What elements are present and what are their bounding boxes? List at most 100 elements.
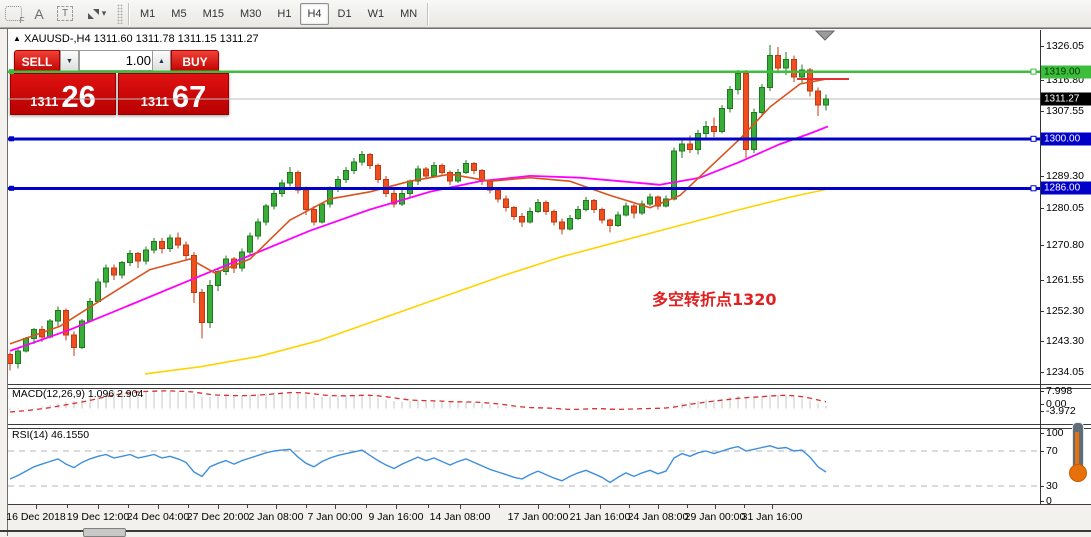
price-axis-label: 1243.30 — [1046, 335, 1084, 347]
thermometer-bulb — [1069, 464, 1087, 482]
time-axis-tick — [715, 505, 716, 509]
toolbar-grip — [117, 3, 123, 24]
axis-tick — [1040, 501, 1044, 502]
time-axis-tick — [460, 505, 461, 509]
axis-tick — [1040, 372, 1044, 373]
timeframe-button-m15[interactable]: M15 — [196, 3, 231, 25]
time-axis-tick-minor — [67, 505, 68, 508]
time-axis-tick-minor — [686, 505, 688, 508]
timeframe-button-h4[interactable]: H4 — [300, 2, 329, 25]
price-axis-label: 30 — [1046, 480, 1058, 492]
price-axis-label: 1307.55 — [1046, 105, 1084, 117]
text-tool-icon: A — [34, 5, 44, 22]
rsi-label: RSI(14) 46.1550 — [12, 429, 90, 441]
timeframe-button-m30[interactable]: M30 — [233, 3, 268, 25]
time-axis-label: 9 Jan 16:00 — [368, 511, 424, 523]
time-axis-tick — [396, 505, 397, 509]
macd-label: MACD(12,26,9) 1.096 2.904 — [12, 388, 144, 400]
time-axis-tick — [772, 505, 773, 509]
time-axis-label: 2 Jan 08:00 — [248, 511, 304, 523]
axis-tick — [1040, 391, 1044, 392]
price-axis-label: 1234.05 — [1046, 366, 1084, 378]
timeframe-button-m5[interactable]: M5 — [164, 3, 193, 25]
chevron-down-icon[interactable]: ▾ — [102, 8, 107, 19]
price-axis-label: 100 — [1046, 427, 1064, 439]
time-axis-tick — [98, 505, 99, 509]
time-axis-label: 16 Dec 2018 — [6, 511, 66, 523]
price-axis-label: 1289.30 — [1046, 170, 1084, 182]
toolbar: F A T ▾ M1 M5 M15 M30 H1 H4 D1 W1 MN — [0, 0, 1091, 28]
axis-tick — [1040, 245, 1044, 246]
axis-tick — [1040, 411, 1044, 412]
time-axis-tick-minor — [188, 505, 189, 508]
time-axis-tick-minor — [428, 505, 429, 508]
price-badge-1300.00: 1300.00 — [1041, 132, 1091, 146]
price-axis-label: -3.972 — [1046, 405, 1076, 417]
time-axis-tick-minor — [305, 505, 307, 508]
timeframe-button-m1[interactable]: M1 — [133, 3, 162, 25]
time-axis-label: 24 Dec 04:00 — [126, 511, 190, 523]
price-badge-1311.27: 1311.27 — [1041, 92, 1091, 106]
text-tool-button[interactable]: A — [26, 2, 52, 25]
main-chart-canvas[interactable] — [8, 30, 1040, 384]
label-tool-icon-letter: T — [61, 8, 69, 19]
axis-tick — [1040, 486, 1044, 487]
axis-tick — [1040, 451, 1044, 452]
timeframe-button-mn[interactable]: MN — [393, 3, 424, 25]
price-axis-label: 0 — [1046, 495, 1052, 507]
thermometer-icon[interactable] — [1063, 422, 1091, 486]
time-axis-label: 7 Jan 00:00 — [307, 511, 363, 523]
axis-tick — [1040, 311, 1044, 312]
macd-panel-canvas[interactable] — [8, 387, 1040, 424]
price-axis-label: 1326.05 — [1046, 40, 1084, 52]
time-axis-tick — [218, 505, 219, 509]
time-axis-tick-minor — [629, 505, 630, 508]
price-axis-label: 70 — [1046, 445, 1058, 457]
time-axis-tick-minor — [247, 505, 248, 508]
horizontal-scrollbar[interactable] — [0, 530, 1091, 532]
price-axis-label: 1280.05 — [1046, 202, 1084, 214]
axis-tick — [1040, 176, 1044, 177]
time-axis-label: 17 Jan 00:00 — [507, 511, 569, 523]
time-axis-tick — [335, 505, 336, 509]
label-tool-button[interactable]: T — [52, 2, 78, 25]
time-axis-tick-minor — [128, 505, 129, 508]
fibonacci-tool-button[interactable]: F — [0, 2, 26, 25]
time-axis-tick-minor — [499, 505, 500, 508]
price-badge-1319.00: 1319.00 — [1041, 65, 1091, 79]
time-axis-label: 27 Dec 20:00 — [186, 511, 250, 523]
price-axis-label: 1270.80 — [1046, 239, 1084, 251]
price-badge-1286.00: 1286.00 — [1041, 181, 1091, 195]
time-axis-label: 14 Jan 08:00 — [429, 511, 491, 523]
rsi-panel-canvas[interactable] — [8, 427, 1040, 504]
label-tool-icon: T — [57, 6, 73, 21]
time-axis-label: 31 Jan 16:00 — [741, 511, 803, 523]
arrows-icon — [87, 8, 99, 19]
time-axis-label: 24 Jan 08:00 — [627, 511, 689, 523]
time-axis-tick — [600, 505, 601, 509]
timeframe-group: M1 M5 M15 M30 H1 H4 D1 W1 MN — [132, 2, 425, 25]
toolbar-separator — [427, 2, 430, 25]
chart-annotation-text[interactable]: 多空转折点1320 — [652, 286, 777, 310]
axis-tick — [1040, 111, 1044, 112]
price-axis-label: 1261.55 — [1046, 274, 1084, 286]
timeframe-button-w1[interactable]: W1 — [361, 3, 392, 25]
timeframe-button-d1[interactable]: D1 — [331, 3, 359, 25]
axis-tick — [1040, 341, 1044, 342]
timeframe-button-h1[interactable]: H1 — [270, 3, 298, 25]
time-axis-tick — [36, 505, 37, 509]
time-axis-tick-minor — [365, 505, 367, 508]
time-axis-tick — [538, 505, 539, 509]
arrows-tool-button[interactable]: ▾ — [78, 2, 114, 25]
time-axis-tick-minor — [569, 505, 570, 508]
axis-tick — [1040, 280, 1044, 281]
time-axis-label: 19 Dec 12:00 — [66, 511, 130, 523]
price-axis-label: 1252.30 — [1046, 305, 1084, 317]
fibonacci-icon: F — [4, 6, 25, 25]
price-axis-label: 7.998 — [1046, 385, 1073, 397]
axis-tick — [1040, 46, 1044, 47]
time-axis-tick — [158, 505, 159, 509]
axis-tick — [1040, 433, 1044, 434]
axis-tick — [1040, 404, 1044, 405]
time-axis-label: 21 Jan 16:00 — [569, 511, 631, 523]
